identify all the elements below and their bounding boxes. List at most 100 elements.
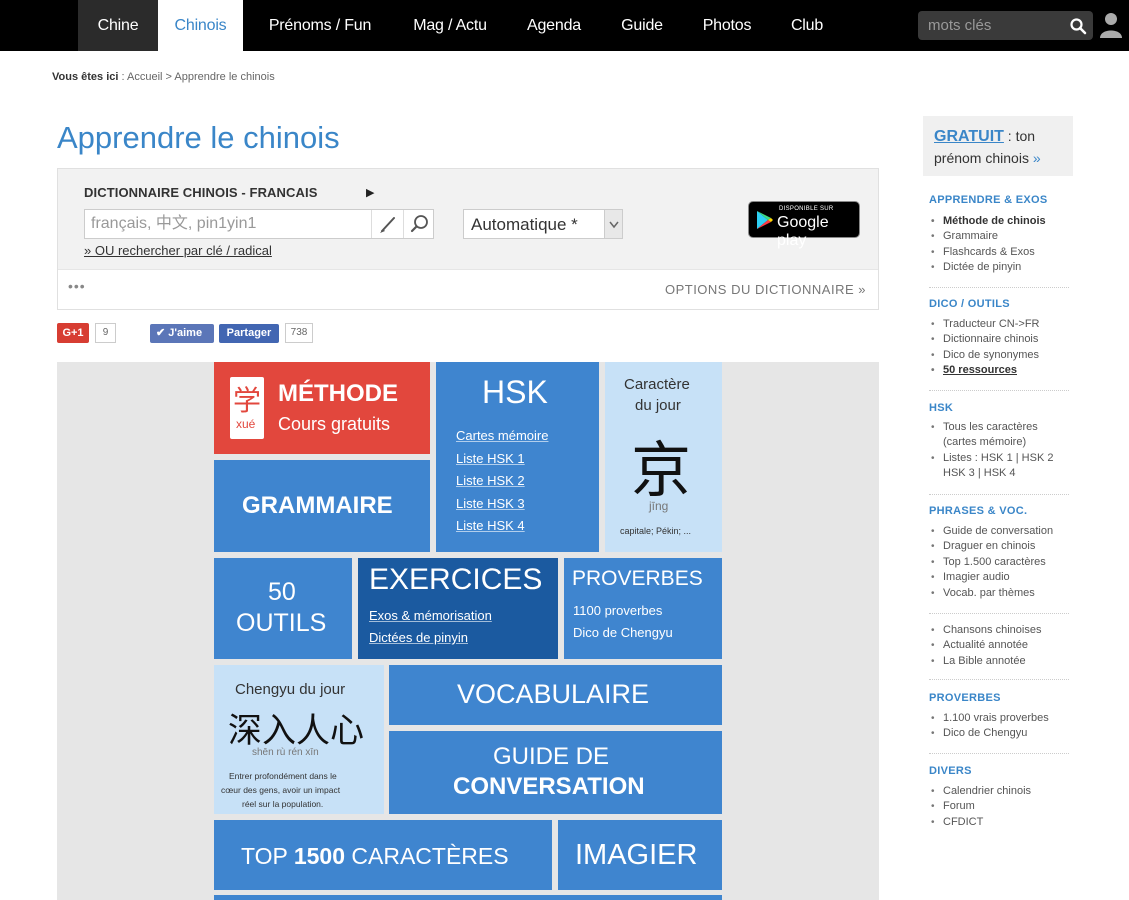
nav-item-mag[interactable]: Mag / Actu [397, 0, 503, 51]
gplus-button[interactable]: G+1 [57, 323, 89, 343]
proverbes-link-chengyu[interactable]: Dico de Chengyu [573, 625, 673, 640]
tile-top-post: CARACTÈRES [345, 843, 509, 869]
tile-imagier[interactable]: IMAGIER [558, 820, 722, 890]
sidebar-item-dico-chengyu[interactable]: Dico de Chengyu [929, 726, 1049, 742]
google-play-badge[interactable]: DISPONIBLE SUR Google play [748, 201, 860, 249]
dictionary-arrow-icon[interactable]: ▶ [366, 186, 374, 199]
nav-item-guide[interactable]: Guide [607, 0, 677, 51]
gratuit-line2: prénom chinois » [934, 150, 1041, 166]
sidebar-item-cfdict[interactable]: CFDICT [929, 815, 1031, 831]
facebook-like-button[interactable]: ✔ J'aime [150, 324, 214, 343]
dictionary-search-button[interactable] [403, 210, 434, 238]
sidebar-divider [929, 613, 1069, 614]
dictionary-options-link[interactable]: OPTIONS DU DICTIONNAIRE » [665, 282, 866, 297]
sidebar-divider [929, 679, 1069, 680]
sidebar-item-flashcards[interactable]: Flashcards & Exos [929, 245, 1046, 261]
sidebar-item-draguer[interactable]: Draguer en chinois [929, 539, 1053, 555]
xue-logo-icon: 学 xué [230, 377, 264, 439]
sidebar-item-ressources[interactable]: 50 ressources [929, 363, 1039, 379]
tile-grammaire[interactable]: GRAMMAIRE [214, 460, 430, 552]
tile-exercices[interactable]: EXERCICES Exos & mémorisation Dictées de… [358, 558, 558, 659]
nav-item-chinois[interactable]: Chinois [158, 0, 243, 51]
hsk-link-1[interactable]: Liste HSK 1 [456, 451, 525, 466]
hsk-link-3[interactable]: Liste HSK 3 [456, 496, 525, 511]
nav-item-chine[interactable]: Chine [78, 0, 158, 51]
caractere-char: 京 [631, 437, 691, 504]
hsk-link-cartes[interactable]: Cartes mémoire [456, 428, 548, 443]
sidebar-head-phrases[interactable]: PHRASES & VOC. [929, 505, 1027, 517]
dictionary-mode-value: Automatique * [471, 215, 578, 234]
user-icon[interactable] [1100, 12, 1122, 38]
sidebar-item-traducteur[interactable]: Traducteur CN->FR [929, 317, 1039, 333]
exercices-link-exos[interactable]: Exos & mémorisation [369, 608, 492, 623]
sidebar-head-hsk[interactable]: HSK [929, 402, 953, 414]
sidebar-item-tous-caracteres[interactable]: Tous les caractères [929, 420, 1053, 436]
sidebar-item-actualite[interactable]: Actualité annotée [929, 638, 1041, 654]
exercices-link-dictees[interactable]: Dictées de pinyin [369, 630, 468, 645]
sidebar-head-apprendre[interactable]: APPRENDRE & EXOS [929, 194, 1048, 206]
gratuit-link[interactable]: GRATUIT [934, 128, 1004, 145]
sidebar-item-chansons[interactable]: Chansons chinoises [929, 623, 1041, 639]
hsk-link-2[interactable]: Liste HSK 2 [456, 473, 525, 488]
sidebar-item-vocab[interactable]: Vocab. par thèmes [929, 586, 1053, 602]
tile-top-label: TOP 1500 CARACTÈRES [241, 843, 509, 870]
tile-top-number: 1500 [293, 843, 346, 869]
chengyu-chars: 深入人心 [228, 712, 364, 750]
sidebar-list-phrases: Guide de conversation Draguer en chinois… [929, 524, 1053, 601]
hsk-link-4[interactable]: Liste HSK 4 [456, 518, 525, 533]
sidebar-item-guide-conversation[interactable]: Guide de conversation [929, 524, 1053, 540]
search-box [918, 11, 1093, 40]
breadcrumb-home-link[interactable]: Accueil [127, 71, 162, 83]
nav-item-agenda[interactable]: Agenda [514, 0, 594, 51]
nav-item-prenoms[interactable]: Prénoms / Fun [250, 0, 390, 51]
sidebar-item-top-1500[interactable]: Top 1.500 caractères [929, 555, 1053, 571]
sidebar-item-dictionnaire[interactable]: Dictionnaire chinois [929, 332, 1039, 348]
sidebar-head-divers[interactable]: DIVERS [929, 765, 972, 777]
tile-outils[interactable]: 50 OUTILS [214, 558, 352, 659]
tile-guide-conversation[interactable]: GUIDE DE CONVERSATION [389, 731, 722, 814]
sidebar-divider [929, 753, 1069, 754]
sidebar-item-imagier[interactable]: Imagier audio [929, 570, 1053, 586]
tile-outils-line2: OUTILS [236, 609, 327, 637]
gratuit-promo[interactable]: GRATUIT : ton prénom chinois » [923, 116, 1073, 176]
tile-hsk[interactable]: HSK Cartes mémoire Liste HSK 1 Liste HSK… [436, 362, 599, 552]
sidebar-item-listes-hsk[interactable]: Listes : HSK 1 | HSK 2 [929, 451, 1053, 467]
sidebar-item-calendrier[interactable]: Calendrier chinois [929, 784, 1031, 800]
dictionary-mode-select[interactable]: Automatique * [463, 209, 623, 239]
sidebar-item-methode[interactable]: Méthode de chinois [929, 214, 1046, 230]
sidebar-item-bible[interactable]: La Bible annotée [929, 654, 1041, 670]
sidebar-head-dico[interactable]: DICO / OUTILS [929, 298, 1010, 310]
nav-item-club[interactable]: Club [777, 0, 837, 51]
sidebar-item-vrais-proverbes[interactable]: 1.100 vrais proverbes [929, 711, 1049, 727]
sidebar-item-listes-hsk-2[interactable]: HSK 3 | HSK 4 [929, 466, 1053, 481]
sidebar-list-chansons: Chansons chinoises Actualité annotée La … [929, 623, 1041, 670]
nav-item-photos[interactable]: Photos [690, 0, 764, 51]
tile-proverbes[interactable]: PROVERBES 1100 proverbes Dico de Chengyu [564, 558, 722, 659]
more-options-icon[interactable]: ••• [68, 278, 86, 294]
tile-vocabulaire[interactable]: VOCABULAIRE [389, 665, 722, 725]
gratuit-arrow: » [1028, 150, 1041, 166]
search-input[interactable] [918, 11, 1068, 40]
sidebar-item-grammaire[interactable]: Grammaire [929, 229, 1046, 245]
search-icon[interactable] [1069, 17, 1087, 35]
tile-top-1500[interactable]: TOP 1500 CARACTÈRES [214, 820, 552, 890]
facebook-share-button[interactable]: Partager [219, 324, 279, 343]
tile-chengyu-du-jour[interactable]: Chengyu du jour 深入人心 shēn rù rén xīn Ent… [214, 665, 384, 814]
breadcrumb: Vous êtes ici : Accueil > Apprendre le c… [52, 71, 275, 83]
handwriting-button[interactable] [371, 210, 403, 238]
proverbes-link-1100[interactable]: 1100 proverbes [573, 603, 662, 618]
tile-exercices-title: EXERCICES [369, 563, 543, 596]
sidebar-item-synonymes[interactable]: Dico de synonymes [929, 348, 1039, 364]
tile-caractere-du-jour[interactable]: Caractère du jour 京 jīng capitale; Pékin… [605, 362, 722, 552]
dictionary-title: DICTIONNAIRE CHINOIS - FRANCAIS [84, 185, 318, 200]
dictionary-search-input[interactable] [85, 210, 371, 238]
sidebar-item-dictee[interactable]: Dictée de pinyin [929, 260, 1046, 276]
sidebar-head-proverbes[interactable]: PROVERBES [929, 692, 1001, 704]
radical-search-link[interactable]: » OU rechercher par clé / radical [84, 243, 272, 258]
tile-methode[interactable]: 学 xué MÉTHODE Cours gratuits [214, 362, 430, 454]
sidebar-item-cartes-memoire: (cartes mémoire) [943, 436, 1027, 449]
sidebar-divider [929, 494, 1069, 495]
sidebar-item-forum[interactable]: Forum [929, 799, 1031, 815]
caractere-meaning: capitale; Pékin; ... [620, 526, 692, 536]
tile-methode-subtitle: Cours gratuits [278, 414, 391, 434]
